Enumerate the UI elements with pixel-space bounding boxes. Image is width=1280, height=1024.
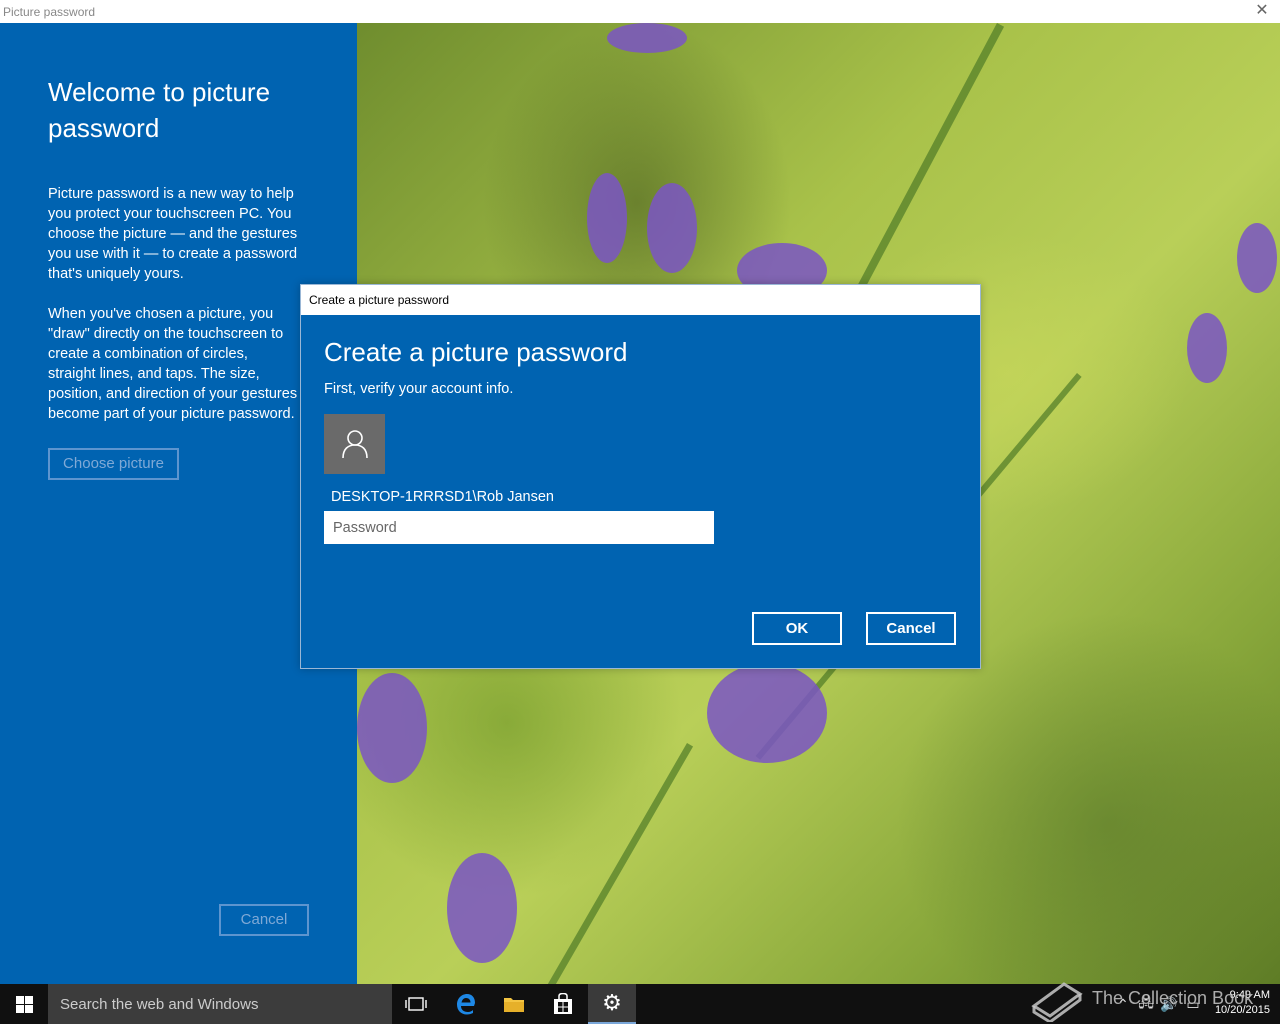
search-placeholder: Search the web and Windows <box>60 996 259 1013</box>
store-icon <box>554 993 572 1014</box>
password-field[interactable] <box>324 511 714 544</box>
create-picture-password-dialog: Create a picture password Create a pictu… <box>300 284 981 669</box>
task-view-button[interactable] <box>392 984 440 1024</box>
user-icon <box>342 430 368 459</box>
file-explorer-button[interactable] <box>490 984 538 1024</box>
gear-icon: ⚙ <box>602 990 622 1015</box>
choose-picture-button[interactable]: Choose picture <box>48 448 179 480</box>
folder-icon <box>504 998 524 1012</box>
edge-button[interactable] <box>442 984 490 1024</box>
watermark: The Collection Book <box>1030 974 1280 1024</box>
ok-button[interactable]: OK <box>752 612 842 645</box>
store-button[interactable] <box>539 984 587 1024</box>
window-titlebar: Picture password ✕ <box>0 0 1280 23</box>
intro-cancel-button[interactable]: Cancel <box>219 904 309 936</box>
dialog-title: Create a picture password <box>309 293 450 307</box>
close-icon[interactable]: ✕ <box>1252 1 1272 21</box>
settings-button[interactable]: ⚙ <box>588 984 636 1024</box>
watermark-text: The Collection Book <box>1092 988 1254 1008</box>
start-button[interactable] <box>0 984 48 1024</box>
edge-icon <box>457 994 475 1015</box>
avatar <box>324 414 385 474</box>
window-title: Picture password <box>3 5 96 19</box>
search-box[interactable]: Search the web and Windows <box>48 984 392 1024</box>
book-icon <box>1031 982 1083 1022</box>
intro-paragraph-1: Picture password is a new way to help yo… <box>48 186 298 282</box>
windows-logo-icon <box>16 996 33 1013</box>
dialog-cancel-button[interactable]: Cancel <box>866 612 956 645</box>
intro-heading: Welcome to picture password <box>48 77 271 143</box>
dialog-subtitle: First, verify your account info. <box>324 381 514 397</box>
intro-paragraph-2: When you've chosen a picture, you "draw"… <box>48 306 298 422</box>
dialog-heading: Create a picture password <box>324 337 628 367</box>
task-view-icon <box>405 997 427 1011</box>
account-name: DESKTOP-1RRRSD1\Rob Jansen <box>331 489 554 505</box>
dialog-titlebar: Create a picture password <box>301 285 980 315</box>
